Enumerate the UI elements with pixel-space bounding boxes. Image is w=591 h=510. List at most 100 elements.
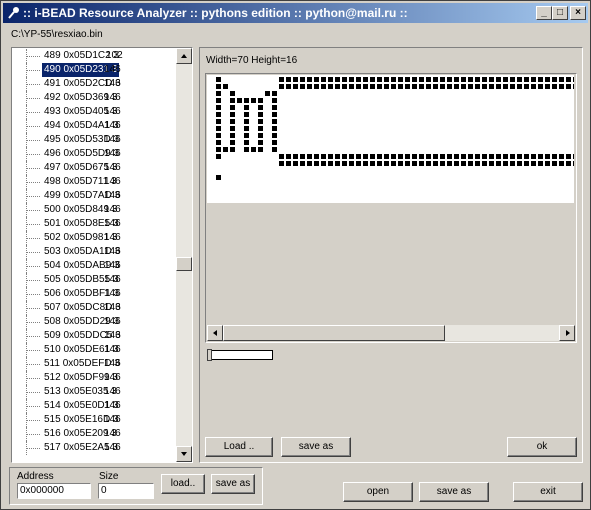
bitmap-pixel	[475, 161, 480, 166]
bitmap-pixel	[503, 161, 508, 166]
exit-button[interactable]: exit	[513, 482, 583, 502]
size-label: Size	[99, 471, 119, 482]
tree-item[interactable]: 497 0x05D675 3 146	[12, 161, 176, 175]
bitmap-pixel	[272, 105, 277, 110]
bitmap-pixel	[384, 77, 389, 82]
bitmap-pixel	[230, 119, 235, 124]
ok-button[interactable]: ok	[507, 437, 577, 457]
bitmap-pixel	[244, 133, 249, 138]
tree-connector	[26, 224, 40, 225]
tree-item[interactable]: 510 0x05DE61 3 146	[12, 343, 176, 357]
bitmap-pixel	[356, 161, 361, 166]
open-button[interactable]: open	[343, 482, 413, 502]
bitmap-pixel	[566, 77, 571, 82]
zoom-slider[interactable]	[207, 349, 275, 361]
tree-vertical-scrollbar[interactable]	[176, 48, 192, 462]
tree-item[interactable]: 516 0x05E209 3 146	[12, 427, 176, 441]
bitmap-pixel	[279, 154, 284, 159]
tree-item[interactable]: 507 0x05DC8D 3 146	[12, 301, 176, 315]
tree-item[interactable]: 505 0x05DB55 3 146	[12, 273, 176, 287]
bitmap-pixel	[461, 77, 466, 82]
scroll-left-button[interactable]	[207, 325, 223, 341]
bitmap-pixel	[342, 161, 347, 166]
scroll-thumb[interactable]	[176, 257, 192, 271]
bitmap-pixel	[300, 161, 305, 166]
save-image-button[interactable]: save as	[281, 437, 351, 457]
tree-item[interactable]: 491 0x05D2CD 3 146	[12, 77, 176, 91]
bitmap-pixel	[377, 161, 382, 166]
load-data-button[interactable]: load..	[161, 474, 205, 494]
bitmap-pixel	[496, 161, 501, 166]
bitmap-pixel	[482, 84, 487, 89]
tree-item[interactable]: 493 0x05D405 3 146	[12, 105, 176, 119]
tree-item[interactable]: 511 0x05DEFD 3 146	[12, 357, 176, 371]
image-horizontal-scrollbar[interactable]	[207, 325, 575, 341]
tree-item[interactable]: 515 0x05E16D 3 146	[12, 413, 176, 427]
tree-item[interactable]: 503 0x05DA1D 3 146	[12, 245, 176, 259]
save-data-button[interactable]: save as	[211, 474, 255, 494]
scroll-down-button[interactable]	[176, 446, 192, 462]
bitmap-pixel	[363, 161, 368, 166]
image-viewer[interactable]	[205, 73, 578, 343]
tree-item[interactable]: 509 0x05DDC5 3 146	[12, 329, 176, 343]
scroll-up-button[interactable]	[176, 48, 192, 64]
bitmap-pixel	[230, 105, 235, 110]
title-bar[interactable]: :: i-BEAD Resource Analyzer :: pythons e…	[3, 3, 588, 23]
tree-item-value: 146	[104, 330, 121, 341]
bitmap-pixel	[216, 126, 221, 131]
tree-item[interactable]: 514 0x05E0D1 3 146	[12, 399, 176, 413]
tree-item[interactable]: 504 0x05DAB9 3 146	[12, 259, 176, 273]
tree-item[interactable]: 490 0x05D231 3 146	[12, 63, 176, 77]
slider-handle[interactable]	[207, 349, 212, 361]
scroll-right-button[interactable]	[559, 325, 575, 341]
bitmap-pixel	[377, 77, 382, 82]
tree-item[interactable]: 489 0x05D1C2 3 102	[12, 49, 176, 63]
tree-item[interactable]: 500 0x05D849 3 146	[12, 203, 176, 217]
bitmap-pixel	[244, 126, 249, 131]
bitmap-pixel	[482, 154, 487, 159]
size-input[interactable]: 0	[98, 483, 154, 499]
load-image-button[interactable]: Load ..	[205, 437, 273, 457]
bitmap-pixel	[216, 154, 221, 159]
tree-item[interactable]: 496 0x05D5D9 3 146	[12, 147, 176, 161]
tree-item[interactable]: 508 0x05DD29 3 146	[12, 315, 176, 329]
tree-item[interactable]: 513 0x05E035 3 146	[12, 385, 176, 399]
tree-item[interactable]: 492 0x05D369 3 146	[12, 91, 176, 105]
bitmap-pixel	[216, 119, 221, 124]
bitmap-pixel	[552, 77, 557, 82]
bitmap-pixel	[426, 84, 431, 89]
bitmap-pixel	[510, 84, 515, 89]
bitmap-pixel	[489, 84, 494, 89]
tree-item-value: 146	[104, 302, 121, 313]
tree-item[interactable]: 499 0x05D7AD 3 146	[12, 189, 176, 203]
bitmap-pixel	[447, 161, 452, 166]
bitmap-pixel	[545, 77, 550, 82]
tree-item[interactable]: 512 0x05DF99 3 146	[12, 371, 176, 385]
bitmap-pixel	[391, 77, 396, 82]
address-input[interactable]: 0x000000	[17, 483, 91, 499]
close-button[interactable]: ×	[570, 6, 586, 20]
resource-tree[interactable]: 489 0x05D1C2 3 102 490 0x05D231 3 146 491 0x…	[11, 47, 193, 463]
scroll-thumb-horizontal[interactable]	[223, 325, 445, 341]
tree-item[interactable]: 517 0x05E2A5 3 146	[12, 441, 176, 455]
tree-item[interactable]: 502 0x05D981 3 146	[12, 231, 176, 245]
bitmap-pixel	[503, 77, 508, 82]
tree-item[interactable]: 506 0x05DBF1 3 146	[12, 287, 176, 301]
bitmap-pixel	[454, 77, 459, 82]
bitmap-pixel	[503, 154, 508, 159]
bitmap-pixel	[440, 154, 445, 159]
tree-item[interactable]: 494 0x05D4A1 3 146	[12, 119, 176, 133]
minimize-button[interactable]: _	[536, 6, 552, 20]
tree-item[interactable]: 495 0x05D53D 3 146	[12, 133, 176, 147]
bitmap-pixel	[286, 161, 291, 166]
bitmap-pixel	[461, 161, 466, 166]
bitmap-pixel	[433, 154, 438, 159]
maximize-button[interactable]: □	[552, 6, 568, 20]
bitmap-pixel	[300, 77, 305, 82]
bitmap-pixel	[412, 84, 417, 89]
tree-item[interactable]: 498 0x05D711 3 146	[12, 175, 176, 189]
bitmap-pixel	[566, 161, 571, 166]
tree-item[interactable]: 501 0x05D8E5 3 146	[12, 217, 176, 231]
save-file-button[interactable]: save as	[419, 482, 489, 502]
bitmap-pixel	[482, 77, 487, 82]
